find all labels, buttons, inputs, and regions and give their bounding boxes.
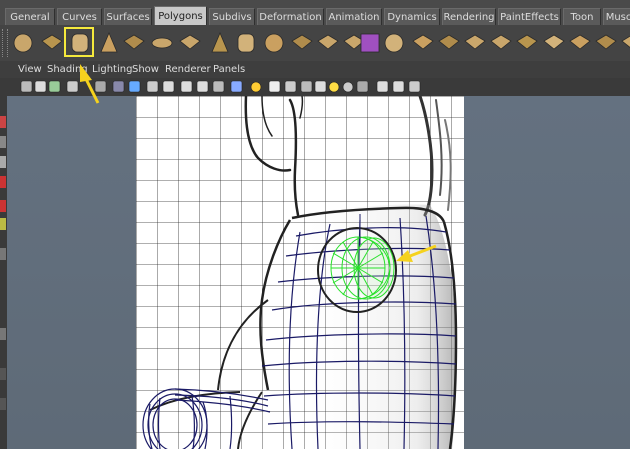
panel-menu-renderer[interactable]: Renderer (165, 63, 211, 77)
wireframe-icon[interactable] (112, 80, 125, 93)
insert-edge-loop-icon[interactable] (490, 34, 512, 50)
poly-cone-icon[interactable] (100, 31, 118, 53)
poly-pipe-icon[interactable] (237, 33, 255, 53)
poly-torus-icon[interactable] (151, 37, 173, 49)
panel-menu-lighting[interactable]: Lighting (92, 63, 132, 77)
smooth-shade-icon[interactable] (128, 80, 141, 93)
smooth-icon[interactable] (384, 33, 404, 53)
extrude-icon[interactable] (569, 34, 591, 50)
panel-menu-view[interactable]: View (18, 63, 42, 77)
front-viewport[interactable] (7, 96, 630, 449)
separate-icon[interactable] (317, 34, 339, 50)
toolbox-strip (0, 78, 7, 449)
bevel-icon[interactable] (543, 34, 565, 50)
tool-icon[interactable] (0, 116, 6, 128)
depth-of-field-icon[interactable] (408, 80, 421, 93)
camera-attributes-icon[interactable] (34, 80, 47, 93)
bounding-box-icon[interactable] (146, 80, 159, 93)
shelf-tab-polygons[interactable]: Polygons (154, 6, 207, 25)
poly-soccer-ball-icon[interactable] (264, 33, 284, 53)
tool-icon[interactable] (0, 176, 6, 188)
textured-icon[interactable] (162, 80, 175, 93)
shelf-tab-curves[interactable]: Curves (57, 8, 102, 25)
tool-icon[interactable] (0, 156, 6, 168)
shelf-tab-surfaces[interactable]: Surfaces (104, 8, 152, 25)
poly-sphere-icon[interactable] (13, 33, 33, 53)
merge-vertices-icon[interactable] (595, 34, 617, 50)
image-plane-icon[interactable] (66, 80, 79, 93)
tool-icon[interactable] (0, 218, 6, 230)
poly-cube-icon[interactable] (41, 34, 63, 50)
bookmarks-icon[interactable] (48, 80, 61, 93)
polygons-shelf (0, 25, 630, 62)
viewport-scene (136, 96, 464, 449)
booleans-icon[interactable] (360, 33, 380, 53)
shelf-icons (13, 31, 630, 53)
combine-icon[interactable] (291, 34, 313, 50)
xray-joints-icon[interactable] (250, 81, 262, 93)
shelf-tab-muscle[interactable]: Muscle (603, 8, 630, 25)
film-gate-icon[interactable] (328, 81, 340, 93)
poly-prism-icon[interactable] (179, 34, 201, 50)
use-default-light-icon[interactable] (180, 80, 193, 93)
shadows-icon[interactable] (196, 80, 209, 93)
shelf-tab-deformation[interactable]: Deformation (257, 8, 324, 25)
tool-icon[interactable] (0, 398, 6, 410)
shelf-tab-painteffects[interactable]: PaintEffects (498, 8, 561, 25)
ambient-occlusion-icon[interactable] (356, 80, 369, 93)
shelf-tab-animation[interactable]: Animation (326, 8, 382, 25)
cube-map-icon[interactable] (412, 34, 434, 50)
panel-menu-panels[interactable]: Panels (213, 63, 245, 77)
shelf-tab-toon[interactable]: Toon (563, 8, 601, 25)
gate-mask-icon[interactable] (314, 80, 327, 93)
tool-icon[interactable] (0, 136, 6, 148)
split-polygon-icon[interactable] (464, 34, 486, 50)
shelf-tab-rendering[interactable]: Rendering (442, 8, 496, 25)
shelf-tab-bar: General Curves Surfaces Polygons Subdivs Defo… (0, 0, 630, 25)
resolution-gate-icon[interactable] (284, 80, 297, 93)
append-to-polygon-icon[interactable] (438, 34, 460, 50)
shelf-tab-general[interactable]: General (5, 8, 55, 25)
panel-toolbar (7, 78, 630, 97)
panel-menu-show[interactable]: Show (132, 63, 159, 77)
wedge-face-icon[interactable] (621, 35, 630, 49)
safe-action-icon[interactable] (300, 80, 313, 93)
tool-icon[interactable] (0, 200, 6, 212)
grid-icon[interactable] (94, 80, 107, 93)
tool-icon[interactable] (0, 248, 6, 260)
tool-icon[interactable] (0, 328, 6, 340)
field-chart-icon[interactable] (342, 81, 354, 93)
poly-plane-icon[interactable] (123, 34, 145, 50)
poly-pyramid-icon[interactable] (211, 31, 229, 53)
shelf-tab-subdivs[interactable]: Subdivs (209, 8, 255, 25)
offset-edge-loop-icon[interactable] (516, 34, 538, 50)
high-quality-icon[interactable] (268, 80, 281, 93)
panel-menu-shading[interactable]: Shading (47, 63, 88, 77)
panel-menu-bar: View Shading Lighting Show Renderer Panels (0, 61, 630, 78)
anti-aliasing-icon[interactable] (392, 80, 405, 93)
isolate-select-icon[interactable] (212, 80, 225, 93)
motion-blur-icon[interactable] (376, 80, 389, 93)
panel-toolbar-icons (20, 80, 421, 93)
select-camera-icon[interactable] (20, 80, 33, 93)
tool-icon[interactable] (0, 368, 6, 380)
xray-icon[interactable] (230, 80, 243, 93)
cylinder-highlight-box (64, 27, 94, 57)
shelf-tab-dynamics[interactable]: Dynamics (384, 8, 440, 25)
